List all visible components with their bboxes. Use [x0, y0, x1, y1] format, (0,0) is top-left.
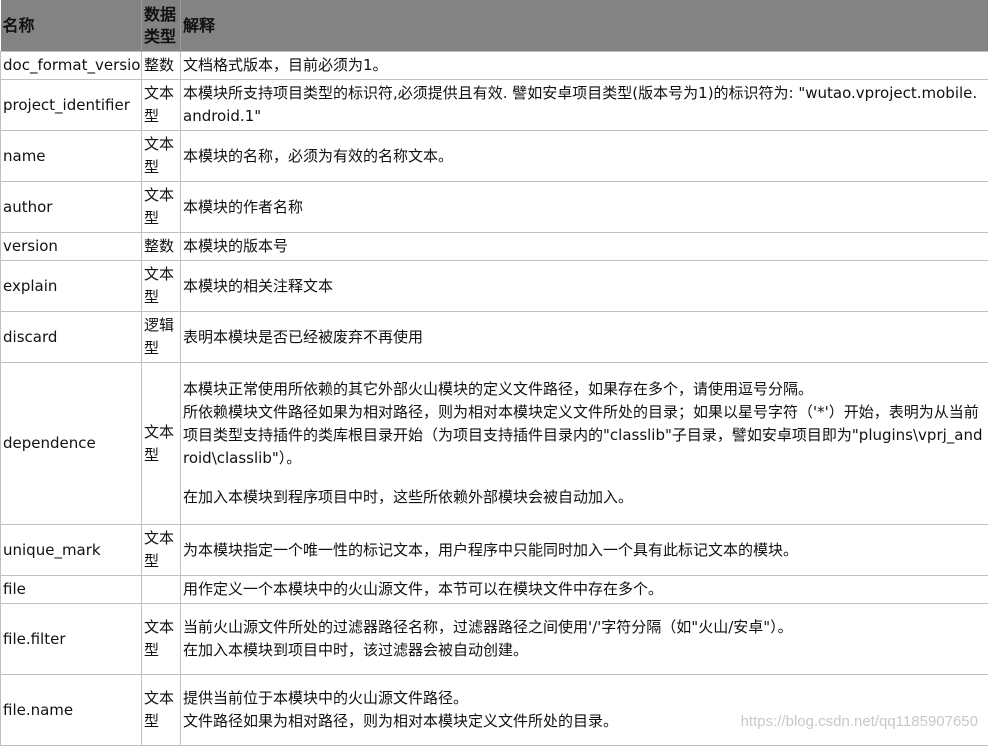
table-row: author文本型本模块的作者名称	[1, 182, 988, 233]
field-description-cell: 提供当前位于本模块中的火山源文件路径。文件路径如果为相对路径，则为相对本模块定义…	[181, 675, 988, 746]
field-description-cell: 表明本模块是否已经被废弃不再使用	[181, 312, 988, 363]
field-name-cell: doc_format_version	[1, 52, 142, 80]
column-header-desc: 解释	[181, 0, 988, 52]
field-description-cell: 本模块的作者名称	[181, 182, 988, 233]
table-header-row: 名称 数据类型 解释	[1, 0, 988, 52]
field-description-cell: 本模块的版本号	[181, 233, 988, 261]
description-paragraph: 本模块的相关注释文本	[183, 275, 986, 298]
description-paragraph: 本模块的作者名称	[183, 196, 986, 219]
field-name-cell: file	[1, 576, 142, 604]
field-type-cell: 整数	[142, 52, 181, 80]
table-row: name文本型本模块的名称，必须为有效的名称文本。	[1, 131, 988, 182]
description-paragraph: 表明本模块是否已经被废弃不再使用	[183, 326, 986, 349]
field-name-cell: project_identifier	[1, 80, 142, 131]
description-paragraph: 文档格式版本，目前必须为1。	[183, 54, 986, 77]
table-row: doc_format_version整数文档格式版本，目前必须为1。	[1, 52, 988, 80]
field-description-cell: 文档格式版本，目前必须为1。	[181, 52, 988, 80]
description-paragraph: 在加入本模块到程序项目中时，这些所依赖外部模块会被自动加入。	[183, 486, 986, 509]
field-type-cell: 文本型	[142, 525, 181, 576]
table-row: explain文本型本模块的相关注释文本	[1, 261, 988, 312]
table-row: file.filter文本型当前火山源文件所处的过滤器路径名称，过滤器路径之间使…	[1, 604, 988, 675]
field-type-cell: 整数	[142, 233, 181, 261]
field-name-cell: explain	[1, 261, 142, 312]
table-row: version整数本模块的版本号	[1, 233, 988, 261]
description-paragraph: 本模块的名称，必须为有效的名称文本。	[183, 145, 986, 168]
field-description-cell: 本模块正常使用所依赖的其它外部火山模块的定义文件路径，如果存在多个，请使用逗号分…	[181, 363, 988, 525]
field-name-cell: dependence	[1, 363, 142, 525]
description-paragraph: 文件路径如果为相对路径，则为相对本模块定义文件所处的目录。	[183, 710, 986, 733]
field-type-cell: 文本型	[142, 131, 181, 182]
field-name-cell: file.name	[1, 675, 142, 746]
field-type-cell: 文本型	[142, 363, 181, 525]
description-paragraph: 所依赖模块文件路径如果为相对路径，则为相对本模块定义文件所处的目录；如果以星号字…	[183, 401, 986, 470]
field-type-cell: 文本型	[142, 80, 181, 131]
field-description-cell: 本模块的相关注释文本	[181, 261, 988, 312]
field-name-cell: unique_mark	[1, 525, 142, 576]
table-row: file.name文本型提供当前位于本模块中的火山源文件路径。文件路径如果为相对…	[1, 675, 988, 746]
description-paragraph: 提供当前位于本模块中的火山源文件路径。	[183, 687, 986, 710]
description-paragraph: 当前火山源文件所处的过滤器路径名称，过滤器路径之间使用'/'字符分隔（如"火山/…	[183, 616, 986, 639]
field-name-cell: version	[1, 233, 142, 261]
field-description-cell: 本模块所支持项目类型的标识符,必须提供且有效. 譬如安卓项目类型(版本号为1)的…	[181, 80, 988, 131]
description-paragraph: 在加入本模块到项目中时，该过滤器会被自动创建。	[183, 639, 986, 662]
table-row: unique_mark文本型为本模块指定一个唯一性的标记文本，用户程序中只能同时…	[1, 525, 988, 576]
field-name-cell: file.filter	[1, 604, 142, 675]
column-header-type: 数据类型	[142, 0, 181, 52]
definition-table: 名称 数据类型 解释 doc_format_version整数文档格式版本，目前…	[0, 0, 988, 746]
table-row: file 用作定义一个本模块中的火山源文件，本节可以在模块文件中存在多个。	[1, 576, 988, 604]
field-description-cell: 为本模块指定一个唯一性的标记文本，用户程序中只能同时加入一个具有此标记文本的模块…	[181, 525, 988, 576]
field-description-cell: 本模块的名称，必须为有效的名称文本。	[181, 131, 988, 182]
description-paragraph: 为本模块指定一个唯一性的标记文本，用户程序中只能同时加入一个具有此标记文本的模块…	[183, 539, 986, 562]
table-row: discard逻辑型表明本模块是否已经被废弃不再使用	[1, 312, 988, 363]
field-type-cell: 文本型	[142, 182, 181, 233]
field-description-cell: 当前火山源文件所处的过滤器路径名称，过滤器路径之间使用'/'字符分隔（如"火山/…	[181, 604, 988, 675]
description-paragraph: 本模块所支持项目类型的标识符,必须提供且有效. 譬如安卓项目类型(版本号为1)的…	[183, 82, 986, 128]
field-type-cell: 文本型	[142, 604, 181, 675]
field-type-cell: 文本型	[142, 261, 181, 312]
field-type-cell: 文本型	[142, 675, 181, 746]
description-paragraph: 本模块的版本号	[183, 235, 986, 258]
field-name-cell: author	[1, 182, 142, 233]
field-name-cell: discard	[1, 312, 142, 363]
column-header-name: 名称	[1, 0, 142, 52]
field-name-cell: name	[1, 131, 142, 182]
field-description-cell: 用作定义一个本模块中的火山源文件，本节可以在模块文件中存在多个。	[181, 576, 988, 604]
field-type-cell	[142, 576, 181, 604]
description-paragraph: 用作定义一个本模块中的火山源文件，本节可以在模块文件中存在多个。	[183, 578, 986, 601]
description-paragraph: 本模块正常使用所依赖的其它外部火山模块的定义文件路径，如果存在多个，请使用逗号分…	[183, 378, 986, 401]
table-row: dependence文本型本模块正常使用所依赖的其它外部火山模块的定义文件路径，…	[1, 363, 988, 525]
table-row: project_identifier文本型本模块所支持项目类型的标识符,必须提供…	[1, 80, 988, 131]
field-type-cell: 逻辑型	[142, 312, 181, 363]
